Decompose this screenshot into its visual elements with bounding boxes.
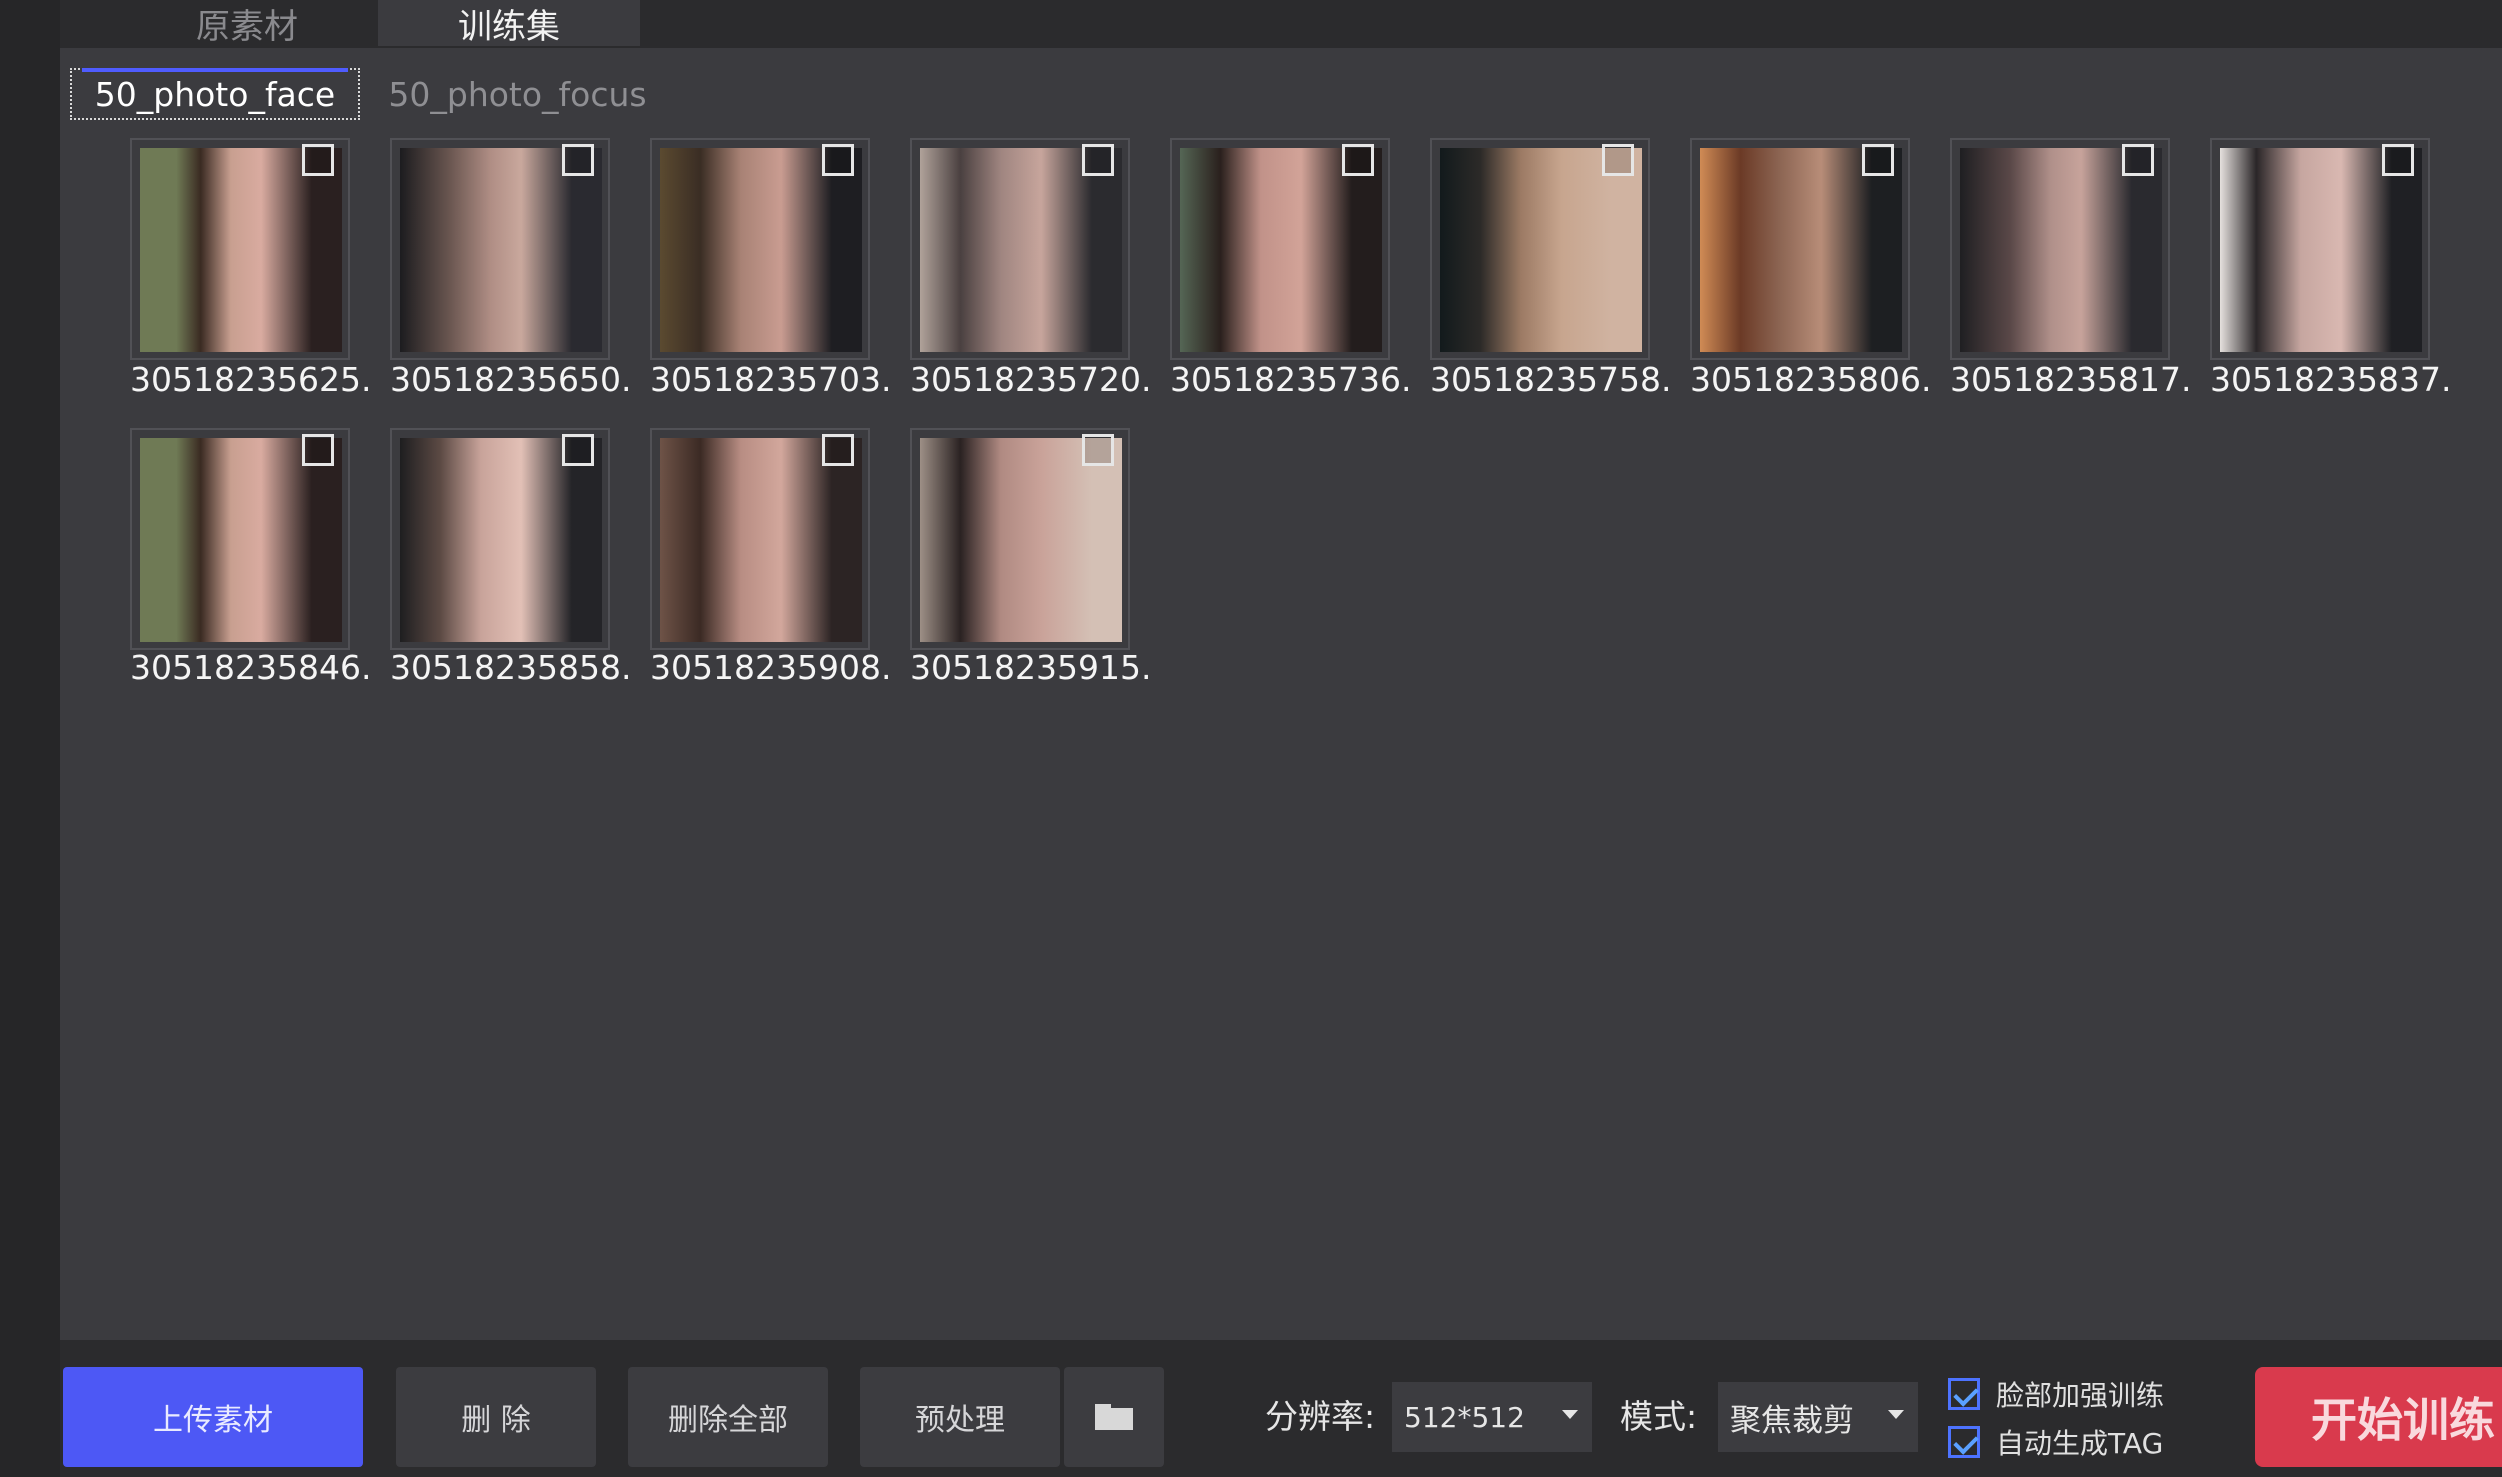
image-filename: 30518235915.|	[910, 648, 1150, 687]
select-checkbox[interactable]	[302, 434, 334, 466]
bottom-toolbar: 上传素材 删 除 删除全部 预处理 分辨率: 512*512 模式: 聚焦裁剪 …	[60, 1340, 2502, 1477]
auto-tag-checkbox[interactable]	[1948, 1426, 1980, 1458]
face-image	[400, 148, 602, 352]
image-filename: 30518235650.|	[390, 360, 630, 399]
tab-training-set[interactable]: 训练集	[378, 0, 640, 47]
image-thumbnail[interactable]	[1430, 138, 1650, 360]
image-thumbnail[interactable]	[130, 428, 350, 650]
image-thumbnail[interactable]	[2210, 138, 2430, 360]
auto-tag-label: 自动生成TAG	[1996, 1427, 2164, 1460]
face-enhance-option[interactable]: 脸部加强训练	[1948, 1374, 2164, 1414]
open-folder-button[interactable]	[1064, 1367, 1164, 1467]
image-filename: 30518235846.|	[130, 648, 370, 687]
image-filename: 30518235817.|	[1950, 360, 2190, 399]
mode-select[interactable]: 聚焦裁剪	[1718, 1382, 1918, 1452]
mode-value: 聚焦裁剪	[1730, 1402, 1854, 1439]
resolution-select[interactable]: 512*512	[1392, 1382, 1592, 1452]
face-image	[660, 148, 862, 352]
image-thumbnail[interactable]	[390, 138, 610, 360]
face-image	[140, 438, 342, 642]
top-tab-bar: 原素材 训练集	[60, 0, 2502, 48]
face-image	[2220, 148, 2422, 352]
select-checkbox[interactable]	[1602, 144, 1634, 176]
image-filename: 30518235758.|	[1430, 360, 1670, 399]
select-checkbox[interactable]	[1082, 144, 1114, 176]
select-checkbox[interactable]	[302, 144, 334, 176]
image-filename: 30518235908.|	[650, 648, 890, 687]
image-filename: 30518235625.|	[130, 360, 370, 399]
face-image	[1960, 148, 2162, 352]
auto-tag-option[interactable]: 自动生成TAG	[1948, 1422, 2163, 1462]
face-enhance-label: 脸部加强训练	[1996, 1379, 2165, 1412]
mode-label: 模式:	[1620, 1397, 1698, 1436]
image-filename: 30518235703.|	[650, 360, 890, 399]
left-sidebar-strip	[0, 0, 60, 1477]
folder-icon	[1095, 1404, 1133, 1430]
chevron-down-icon	[1562, 1410, 1578, 1419]
delete-button[interactable]: 删 除	[396, 1367, 596, 1467]
face-image	[920, 438, 1122, 642]
image-thumbnail[interactable]	[910, 428, 1130, 650]
delete-all-button[interactable]: 删除全部	[628, 1367, 828, 1467]
resolution-label: 分辨率:	[1265, 1397, 1376, 1436]
image-filename: 30518235806.|	[1690, 360, 1930, 399]
select-checkbox[interactable]	[2122, 144, 2154, 176]
image-thumbnail[interactable]	[130, 138, 350, 360]
resolution-value: 512*512	[1404, 1400, 1525, 1434]
face-image	[140, 148, 342, 352]
image-thumbnail[interactable]	[390, 428, 610, 650]
image-filename: 30518235720.|	[910, 360, 1150, 399]
subtab-photo-face[interactable]: 50_photo_face	[70, 68, 360, 120]
image-thumbnail[interactable]	[1690, 138, 1910, 360]
image-filename: 30518235736.|	[1170, 360, 1410, 399]
face-image	[400, 438, 602, 642]
select-checkbox[interactable]	[2382, 144, 2414, 176]
image-filename: 30518235837.|	[2210, 360, 2450, 399]
face-image	[1180, 148, 1382, 352]
preprocess-button[interactable]: 预处理	[860, 1367, 1060, 1467]
select-checkbox[interactable]	[562, 144, 594, 176]
select-checkbox[interactable]	[822, 144, 854, 176]
face-image	[660, 438, 862, 642]
select-checkbox[interactable]	[562, 434, 594, 466]
upload-button[interactable]: 上传素材	[63, 1367, 363, 1467]
image-thumbnail[interactable]	[910, 138, 1130, 360]
image-thumbnail[interactable]	[1170, 138, 1390, 360]
start-training-button[interactable]: 开始训练	[2255, 1367, 2502, 1467]
select-checkbox[interactable]	[1342, 144, 1374, 176]
tab-raw-materials[interactable]: 原素材	[120, 0, 374, 47]
face-image	[1700, 148, 1902, 352]
app-window: 原素材 训练集 50_photo_face 50_photo_focus 305…	[0, 0, 2502, 1477]
face-enhance-checkbox[interactable]	[1948, 1378, 1980, 1410]
face-image	[1440, 148, 1642, 352]
training-set-panel: 50_photo_face 50_photo_focus 30518235625…	[60, 48, 2502, 1340]
image-thumbnail[interactable]	[1950, 138, 2170, 360]
image-filename: 30518235858.|	[390, 648, 630, 687]
image-thumbnail[interactable]	[650, 138, 870, 360]
chevron-down-icon	[1888, 1410, 1904, 1419]
select-checkbox[interactable]	[1082, 434, 1114, 466]
image-thumbnail[interactable]	[650, 428, 870, 650]
subtab-photo-focus[interactable]: 50_photo_focus	[385, 68, 650, 120]
select-checkbox[interactable]	[1862, 144, 1894, 176]
select-checkbox[interactable]	[822, 434, 854, 466]
face-image	[920, 148, 1122, 352]
